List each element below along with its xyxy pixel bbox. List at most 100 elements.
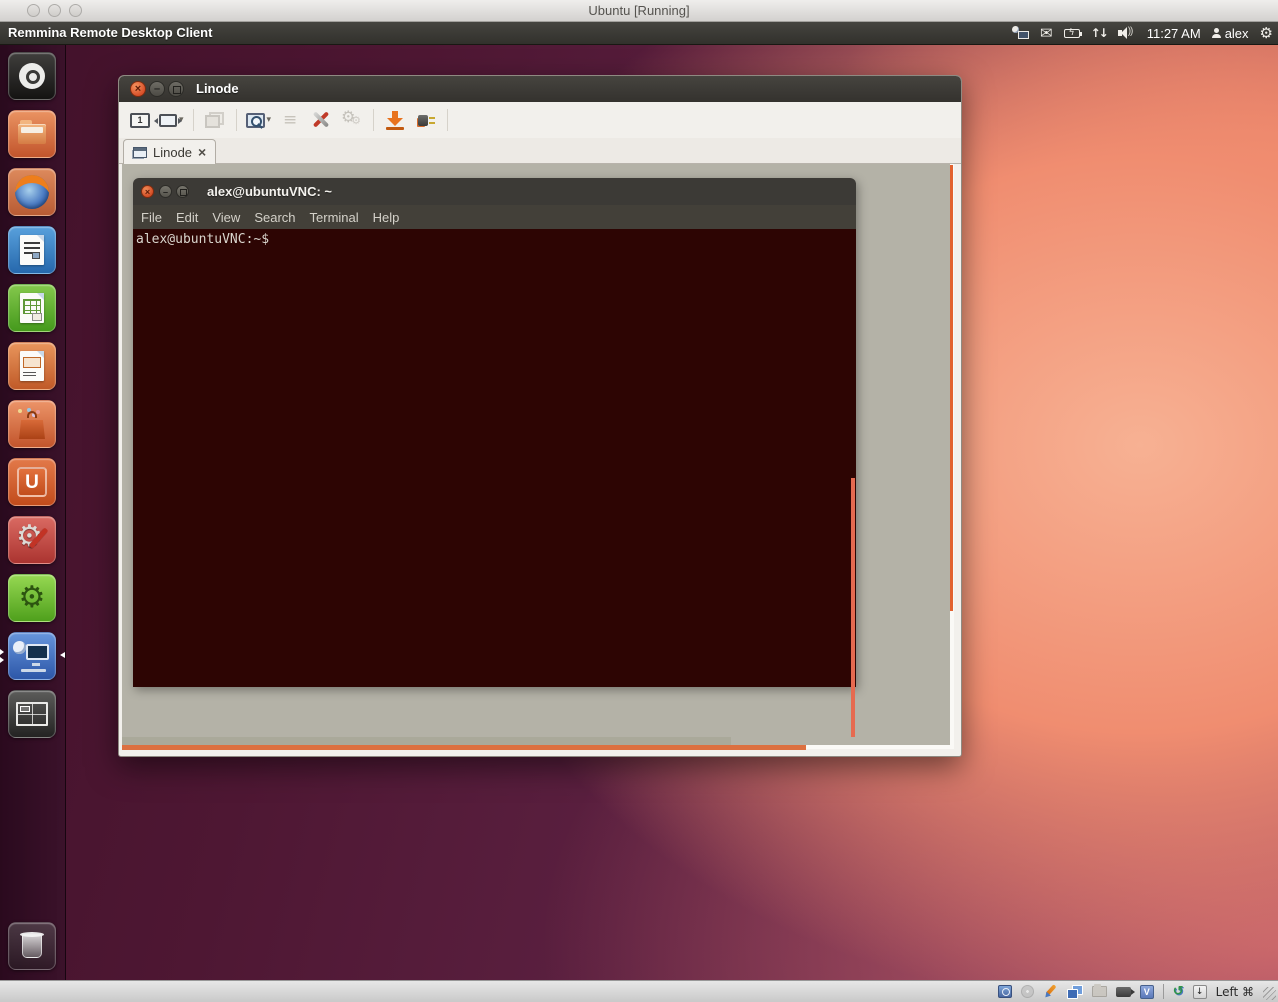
- menu-search[interactable]: Search: [254, 210, 295, 225]
- video-capture-icon[interactable]: [1116, 987, 1131, 997]
- message-indicator-icon[interactable]: ✉: [1040, 26, 1053, 40]
- terminal-content[interactable]: alex@ubuntuVNC:~$: [133, 229, 856, 687]
- menu-terminal[interactable]: Terminal: [310, 210, 359, 225]
- terminal-titlebar[interactable]: × – alex@ubuntuVNC: ~: [133, 178, 856, 205]
- launcher-item-firefox[interactable]: [8, 168, 56, 216]
- battery-bolt-icon: ϟ: [1065, 29, 1079, 38]
- toolbar-separator: [193, 109, 194, 131]
- menu-file[interactable]: File: [141, 210, 162, 225]
- scaled-mode-button[interactable]: ▾: [246, 107, 272, 133]
- launcher-item-ubuntu-one[interactable]: U: [8, 458, 56, 506]
- vm-window-title: Ubuntu [Running]: [0, 0, 1278, 22]
- launcher-item-trash[interactable]: [8, 922, 56, 970]
- toolbar-separator: [236, 109, 237, 131]
- remmina-running-pip: [0, 649, 4, 655]
- remmina-window-title: Linode: [196, 76, 239, 102]
- unity-launcher: U ⚙ ⚙: [0, 45, 66, 980]
- remote-artifact-line: [851, 478, 855, 737]
- fit-window-button[interactable]: 1: [128, 107, 152, 133]
- launcher-item-workspace-switcher[interactable]: [8, 690, 56, 738]
- grab-keyboard-button[interactable]: ≡: [278, 107, 302, 133]
- ubuntu-top-panel: Remmina Remote Desktop Client ✉ ϟ ↑↓ )) …: [0, 22, 1278, 45]
- tab-close-icon[interactable]: ×: [198, 145, 206, 159]
- fullscreen-button[interactable]: ▾: [159, 107, 184, 133]
- firefox-icon: [15, 175, 49, 209]
- remmina-close-button[interactable]: ×: [130, 81, 146, 97]
- remmina-minimize-button[interactable]: –: [149, 81, 165, 97]
- mouse-integration-icon[interactable]: ↺: [1173, 985, 1184, 999]
- preferences-button[interactable]: ⚙⚙: [340, 107, 364, 133]
- toolbar-separator: [373, 109, 374, 131]
- duplicate-icon: [205, 112, 224, 128]
- ubuntu-one-icon: U: [17, 467, 47, 497]
- remmina-maximize-button[interactable]: [168, 81, 184, 97]
- terminal-maximize-button[interactable]: [176, 185, 189, 198]
- shared-folders-icon[interactable]: [1092, 986, 1107, 997]
- tab-linode[interactable]: Linode ×: [123, 139, 216, 164]
- usb-devices-icon[interactable]: [1043, 984, 1058, 999]
- remote-desktop-viewport[interactable]: × – alex@ubuntuVNC: ~ File Edit View Sea…: [122, 164, 954, 749]
- virtualization-features-icon[interactable]: V: [1140, 985, 1154, 999]
- files-folder-icon: [18, 124, 46, 144]
- keyboard-capture-icon[interactable]: ↓: [1193, 985, 1207, 999]
- network-adapters-icon[interactable]: [1067, 985, 1083, 999]
- remmina-focused-arrow: [60, 652, 65, 658]
- app-menu-title[interactable]: Remmina Remote Desktop Client: [8, 22, 212, 44]
- status-separator: [1163, 984, 1164, 999]
- dash-home-icon: [19, 63, 45, 89]
- optical-drives-icon[interactable]: [1021, 985, 1034, 998]
- screenshot-import-button[interactable]: [383, 107, 407, 133]
- host-key-label: Left ⌘: [1216, 985, 1254, 999]
- virtualbox-status-bar: V ↺ ↓ Left ⌘: [0, 980, 1278, 1002]
- launcher-item-dash-home[interactable]: [8, 52, 56, 100]
- impress-presentation-icon: [20, 351, 44, 381]
- software-center-bag-icon: [17, 409, 47, 439]
- terminal-window: × – alex@ubuntuVNC: ~ File Edit View Sea…: [133, 178, 856, 687]
- disconnect-button[interactable]: [414, 107, 438, 133]
- launcher-item-remmina[interactable]: [8, 632, 56, 680]
- user-menu[interactable]: alex: [1212, 26, 1249, 41]
- launcher-item-ubuntu-software-center[interactable]: [8, 400, 56, 448]
- battery-indicator-icon[interactable]: ϟ: [1064, 29, 1080, 38]
- user-icon: [1212, 28, 1221, 38]
- preferences-gears-icon: ⚙⚙: [341, 110, 363, 130]
- launcher-item-files[interactable]: [8, 110, 56, 158]
- disconnect-plug-icon: [416, 113, 437, 128]
- remmina-applet-icon[interactable]: [1012, 26, 1029, 40]
- virtualbox-vm-screen: Ubuntu [Running] Remmina Remote Desktop …: [0, 0, 1278, 1002]
- calc-spreadsheet-icon: [20, 293, 44, 323]
- software-updater-gear-icon: ⚙: [19, 581, 46, 615]
- network-indicator-icon[interactable]: ↑↓: [1091, 26, 1107, 40]
- tools-button[interactable]: [309, 107, 333, 133]
- remote-artifact-line: [950, 165, 953, 611]
- launcher-item-software-updater[interactable]: ⚙: [8, 574, 56, 622]
- system-settings-icon: ⚙: [14, 523, 50, 557]
- menu-view[interactable]: View: [212, 210, 240, 225]
- menu-edit[interactable]: Edit: [176, 210, 198, 225]
- clock-indicator[interactable]: 11:27 AM: [1147, 26, 1201, 41]
- writer-document-icon: [20, 235, 44, 265]
- fit-window-icon: 1: [130, 113, 150, 128]
- launcher-item-libreoffice-calc[interactable]: [8, 284, 56, 332]
- vm-window-titlebar[interactable]: Ubuntu [Running]: [0, 0, 1278, 22]
- remmina-tab-bar: Linode ×: [119, 138, 961, 164]
- fullscreen-icon: [159, 114, 177, 127]
- hard-disks-icon[interactable]: [998, 985, 1012, 998]
- remmina-toolbar: 1 ▾ ▾ ≡ ⚙⚙: [119, 102, 961, 138]
- scaled-mode-caret-icon[interactable]: ▾: [267, 115, 272, 125]
- remote-artifact-band: [122, 737, 731, 745]
- remmina-window: × – Linode 1 ▾ ▾ ≡ ⚙: [118, 75, 962, 757]
- volume-indicator-icon[interactable]: )): [1118, 27, 1136, 39]
- terminal-close-button[interactable]: ×: [141, 185, 154, 198]
- remmina-titlebar[interactable]: × – Linode: [119, 76, 961, 102]
- resize-grip[interactable]: [1263, 987, 1276, 1000]
- terminal-minimize-button[interactable]: –: [159, 185, 172, 198]
- menu-help[interactable]: Help: [373, 210, 400, 225]
- launcher-item-system-settings[interactable]: ⚙: [8, 516, 56, 564]
- launcher-item-libreoffice-writer[interactable]: [8, 226, 56, 274]
- session-menu-gear-icon[interactable]: ⚙: [1260, 26, 1273, 40]
- terminal-menubar: File Edit View Search Terminal Help: [133, 205, 856, 229]
- duplicate-connection-button[interactable]: [203, 107, 227, 133]
- tab-window-icon: [133, 147, 147, 158]
- launcher-item-libreoffice-impress[interactable]: [8, 342, 56, 390]
